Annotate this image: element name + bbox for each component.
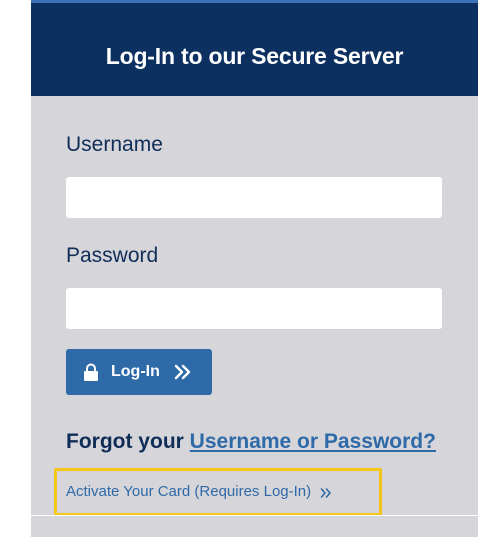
forgot-credentials-text: Forgot your Username or Password?: [66, 430, 436, 454]
activate-card-label: Activate Your Card (Requires Log-In): [66, 483, 312, 500]
username-input[interactable]: [66, 177, 442, 218]
divider: [31, 515, 478, 516]
login-button[interactable]: Log-In: [66, 349, 212, 395]
username-label: Username: [66, 133, 163, 156]
activate-card-link[interactable]: Activate Your Card (Requires Log-In): [66, 483, 332, 500]
double-chevron-right-icon: [320, 486, 332, 498]
forgot-prefix: Forgot your: [66, 430, 184, 453]
panel-title: Log-In to our Secure Server: [105, 43, 404, 69]
login-panel: Log-In to our Secure Server Username Pas…: [31, 0, 478, 537]
double-chevron-right-icon: [174, 364, 192, 380]
lock-icon: [82, 363, 100, 381]
login-button-label: Log-In: [111, 363, 160, 380]
login-page: Log-In to our Secure Server Username Pas…: [0, 0, 503, 537]
password-input[interactable]: [66, 288, 442, 329]
panel-header: Log-In to our Secure Server: [31, 0, 478, 96]
password-label: Password: [66, 244, 159, 267]
forgot-credentials-link[interactable]: Username or Password?: [190, 430, 436, 453]
